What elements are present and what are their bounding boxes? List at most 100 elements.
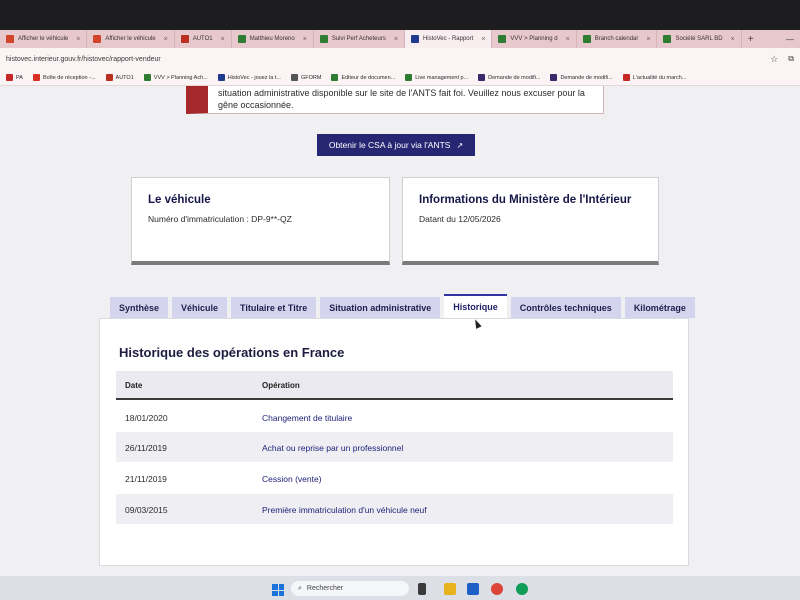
bookmark-item[interactable]: Boîte de réception -... bbox=[32, 74, 96, 81]
tab-kilometrage[interactable]: Kilométrage bbox=[624, 297, 695, 318]
bookmark-item[interactable]: PA bbox=[6, 74, 23, 81]
tab-label: Branch calendar bbox=[594, 36, 639, 42]
bookmark-item[interactable]: VVV > Planning Ach... bbox=[143, 74, 208, 81]
new-tab-button[interactable]: + bbox=[742, 34, 760, 45]
bookmark-label: Live management p... bbox=[415, 74, 469, 81]
history-title: Historique des opérations en France bbox=[119, 345, 345, 360]
tab-favicon bbox=[319, 35, 328, 43]
tab-label: HistoVec - Rapport bbox=[422, 36, 474, 42]
search-label: Rechercher bbox=[306, 585, 344, 592]
windows-start-icon[interactable] bbox=[272, 584, 284, 596]
ants-csa-button[interactable]: Obtenir le CSA à jour via l'ANTS ↗ bbox=[317, 134, 475, 156]
tab-favicon bbox=[498, 35, 507, 43]
bookmark-item[interactable]: GFORM bbox=[290, 74, 321, 81]
store-icon[interactable] bbox=[467, 583, 479, 595]
url-text[interactable]: histovec.interieur.gouv.fr/histovec/rapp… bbox=[6, 56, 770, 63]
bookmark-item[interactable]: Demande de modifi... bbox=[550, 74, 613, 81]
vehicle-card: Le véhicule Numéro d'immatriculation : D… bbox=[131, 177, 390, 265]
bookmark-favicon bbox=[105, 74, 113, 81]
tab-situation-administrative[interactable]: Situation administrative bbox=[320, 297, 441, 318]
bookmark-item[interactable]: Live management p... bbox=[405, 74, 468, 81]
bookmark-item[interactable]: Editeur de documen... bbox=[331, 74, 395, 81]
bookmark-favicon bbox=[32, 74, 40, 81]
browser-tab[interactable]: Afficher le véhicule × bbox=[0, 30, 88, 48]
close-icon[interactable]: × bbox=[221, 36, 225, 43]
browser-tab[interactable]: AUTO1 × bbox=[175, 30, 232, 48]
bookmark-favicon bbox=[405, 74, 413, 81]
browser-tab-active[interactable]: HistoVec - Rapport × bbox=[404, 30, 493, 48]
address-bar[interactable]: histovec.interieur.gouv.fr/histovec/rapp… bbox=[0, 48, 800, 70]
bookmark-favicon bbox=[6, 74, 13, 81]
close-icon[interactable]: × bbox=[566, 36, 570, 43]
browser-tab[interactable]: VVV > Planning d × bbox=[492, 30, 577, 48]
bookmark-favicon bbox=[550, 74, 558, 81]
widget-icon[interactable] bbox=[418, 583, 426, 595]
tab-titulaire[interactable]: Titulaire et Titre bbox=[231, 297, 317, 318]
file-explorer-icon[interactable] bbox=[444, 583, 456, 595]
bookmark-label: VVV > Planning Ach... bbox=[153, 74, 208, 81]
tab-vehicule[interactable]: Véhicule bbox=[172, 297, 228, 318]
bookmark-label: PA bbox=[16, 74, 23, 81]
taskbar: ⌕ Rechercher bbox=[0, 576, 800, 600]
bookmark-label: HistoVec - jouez la t... bbox=[227, 74, 281, 81]
bookmark-item[interactable]: Demande de modifi... bbox=[478, 74, 540, 81]
bookmark-label: L'actualité du march... bbox=[632, 74, 687, 81]
ministry-card-title: Informations du Ministère de l'Intérieur bbox=[419, 194, 632, 206]
bookmarks-bar: PA Boîte de réception -... AUTO1 VVV > Plan… bbox=[0, 70, 800, 86]
row-date: 26/11/2019 bbox=[125, 443, 167, 453]
close-icon[interactable]: × bbox=[481, 36, 485, 43]
bookmark-favicon bbox=[290, 74, 298, 81]
tab-favicon bbox=[6, 35, 14, 43]
browser-tab[interactable]: Afficher le véhicule × bbox=[87, 30, 175, 48]
close-icon[interactable]: × bbox=[394, 36, 398, 43]
tab-favicon bbox=[237, 35, 246, 43]
bookmark-star-icon[interactable]: ☆ bbox=[770, 54, 778, 65]
bookmark-favicon bbox=[622, 74, 630, 81]
page-content: situation administrative disponible sur … bbox=[0, 86, 800, 576]
extensions-icon[interactable]: ⧉ bbox=[788, 54, 794, 64]
bookmark-favicon bbox=[217, 74, 225, 81]
bookmark-item[interactable]: AUTO1 bbox=[105, 74, 134, 81]
table-row: 21/11/2019 Cession (vente) bbox=[116, 463, 673, 493]
chrome-icon[interactable] bbox=[491, 583, 503, 595]
row-date: 21/11/2019 bbox=[125, 474, 167, 484]
tab-favicon bbox=[582, 35, 591, 43]
browser-tab[interactable]: Branch calendar × bbox=[577, 30, 658, 48]
browser-tab[interactable]: Matthieu Moreno × bbox=[232, 30, 314, 48]
screen-bezel bbox=[0, 0, 800, 30]
row-operation: Première immatriculation d'un véhicule n… bbox=[262, 505, 427, 515]
tab-synthese[interactable]: Synthèse bbox=[110, 297, 169, 318]
tab-controles-techniques[interactable]: Contrôles techniques bbox=[510, 297, 621, 318]
tab-label: Afficher le véhicule bbox=[105, 36, 156, 42]
tab-label: Matthieu Moreno bbox=[249, 36, 295, 42]
chrome-profile-icon[interactable] bbox=[516, 583, 528, 595]
row-operation: Achat ou reprise par un professionnel bbox=[262, 443, 404, 453]
bookmark-favicon bbox=[331, 74, 339, 81]
report-tabs: Synthèse Véhicule Titulaire et Titre Sit… bbox=[110, 294, 695, 318]
bookmark-item[interactable]: L'actualité du march... bbox=[622, 74, 687, 81]
tab-historique[interactable]: Historique bbox=[444, 294, 507, 318]
ministry-date: Datant du 12/05/2026 bbox=[419, 214, 501, 224]
ministry-card: Informations du Ministère de l'Intérieur… bbox=[402, 177, 659, 265]
bookmark-label: AUTO1 bbox=[115, 74, 134, 81]
window-controls[interactable]: — bbox=[786, 35, 800, 44]
taskbar-search[interactable]: ⌕ Rechercher bbox=[291, 581, 409, 596]
column-header-date: Date bbox=[125, 381, 143, 390]
tab-label: VVV > Planning d bbox=[510, 36, 558, 42]
tab-label: AUTO1 bbox=[192, 36, 213, 42]
close-icon[interactable]: × bbox=[164, 36, 168, 43]
close-icon[interactable]: × bbox=[646, 36, 650, 43]
ants-button-label: Obtenir le CSA à jour via l'ANTS bbox=[328, 140, 451, 150]
bookmark-favicon bbox=[478, 74, 486, 81]
close-icon[interactable]: × bbox=[303, 36, 307, 43]
bookmark-label: Demande de modifi... bbox=[560, 74, 613, 81]
browser-tab[interactable]: Société SARL BD × bbox=[657, 30, 742, 48]
bookmark-item[interactable]: HistoVec - jouez la t... bbox=[217, 74, 281, 81]
close-icon[interactable]: × bbox=[76, 36, 80, 43]
registration-number: Numéro d'immatriculation : DP-9**-QZ bbox=[148, 214, 292, 224]
close-icon[interactable]: × bbox=[731, 36, 735, 43]
browser-tab[interactable]: Suivi Perf Acheteurs × bbox=[314, 30, 405, 48]
bookmark-label: Demande de modifi... bbox=[488, 74, 541, 81]
table-row: 09/03/2015 Première immatriculation d'un… bbox=[116, 494, 673, 524]
tab-favicon bbox=[663, 35, 672, 43]
